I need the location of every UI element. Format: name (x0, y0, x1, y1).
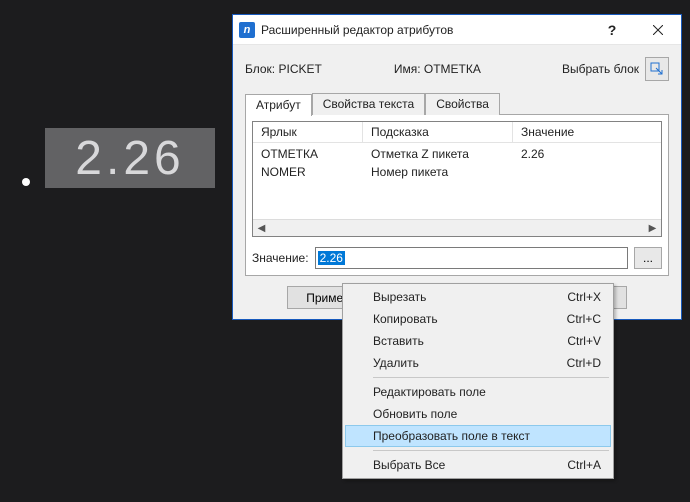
value-browse-button[interactable]: ... (634, 247, 662, 269)
ctx-convert-field-to-text[interactable]: Преобразовать поле в текст (345, 425, 611, 447)
td-prompt: Отметка Z пикета (363, 145, 513, 163)
block-info-row: Блок: PICKET Имя: ОТМЕТКА Выбрать блок (245, 57, 669, 81)
ctx-separator (373, 377, 609, 378)
canvas-text-block: 2.26 (45, 128, 215, 188)
ctx-update-field[interactable]: Обновить поле (345, 403, 611, 425)
ctx-edit-field[interactable]: Редактировать поле (345, 381, 611, 403)
table-body: ОТМЕТКА Отметка Z пикета 2.26 NOMER Номе… (253, 143, 661, 219)
context-menu: Вырезать Ctrl+X Копировать Ctrl+C Встави… (342, 283, 614, 479)
close-icon (653, 25, 663, 35)
td-prompt: Номер пикета (363, 163, 513, 181)
scroll-left-icon[interactable]: ◀ (253, 220, 270, 236)
th-prompt[interactable]: Подсказка (363, 122, 513, 143)
canvas-point-marker (22, 178, 30, 186)
dialog-body: Блок: PICKET Имя: ОТМЕТКА Выбрать блок А… (233, 45, 681, 319)
ctx-delete[interactable]: Удалить Ctrl+D (345, 352, 611, 374)
tab-content: Ярлык Подсказка Значение ОТМЕТКА Отметка… (245, 114, 669, 276)
attribute-editor-dialog: n Расширенный редактор атрибутов ? Блок:… (232, 14, 682, 320)
ctx-paste[interactable]: Вставить Ctrl+V (345, 330, 611, 352)
help-button[interactable]: ? (589, 15, 635, 44)
td-value: 2.26 (513, 145, 661, 163)
ctx-cut[interactable]: Вырезать Ctrl+X (345, 286, 611, 308)
th-value[interactable]: Значение (513, 122, 661, 143)
value-row: Значение: 2.26 ... (252, 247, 662, 269)
ctx-copy[interactable]: Копировать Ctrl+C (345, 308, 611, 330)
block-label: Блок: PICKET (245, 62, 322, 76)
tab-text-properties[interactable]: Свойства текста (312, 93, 425, 115)
table-row[interactable]: NOMER Номер пикета (253, 163, 661, 181)
table-row[interactable]: ОТМЕТКА Отметка Z пикета 2.26 (253, 145, 661, 163)
ctx-select-all[interactable]: Выбрать Все Ctrl+A (345, 454, 611, 476)
td-tag: NOMER (253, 163, 363, 181)
table-header: Ярлык Подсказка Значение (253, 122, 661, 143)
name-label: Имя: ОТМЕТКА (394, 62, 481, 76)
select-block-label: Выбрать блок (562, 62, 639, 76)
canvas-text: 2.26 (75, 131, 184, 186)
tab-attribute[interactable]: Атрибут (245, 94, 312, 116)
td-tag: ОТМЕТКА (253, 145, 363, 163)
horizontal-scrollbar[interactable]: ◀ ▶ (253, 219, 661, 236)
select-block-button[interactable] (645, 57, 669, 81)
value-input-selection: 2.26 (318, 251, 345, 265)
tabs: Атрибут Свойства текста Свойства (245, 93, 669, 115)
value-input[interactable]: 2.26 (315, 247, 628, 269)
dialog-title: Расширенный редактор атрибутов (261, 23, 589, 37)
scroll-right-icon[interactable]: ▶ (644, 220, 661, 236)
attribute-table[interactable]: Ярлык Подсказка Значение ОТМЕТКА Отметка… (252, 121, 662, 237)
app-icon: n (239, 22, 255, 38)
value-label: Значение: (252, 251, 309, 265)
select-block-icon (649, 61, 665, 77)
close-button[interactable] (635, 15, 681, 44)
td-value (513, 163, 661, 181)
tab-properties[interactable]: Свойства (425, 93, 500, 115)
th-tag[interactable]: Ярлык (253, 122, 363, 143)
ctx-separator (373, 450, 609, 451)
dialog-titlebar[interactable]: n Расширенный редактор атрибутов ? (233, 15, 681, 45)
scroll-track[interactable] (270, 220, 644, 236)
ellipsis-icon: ... (643, 251, 653, 265)
